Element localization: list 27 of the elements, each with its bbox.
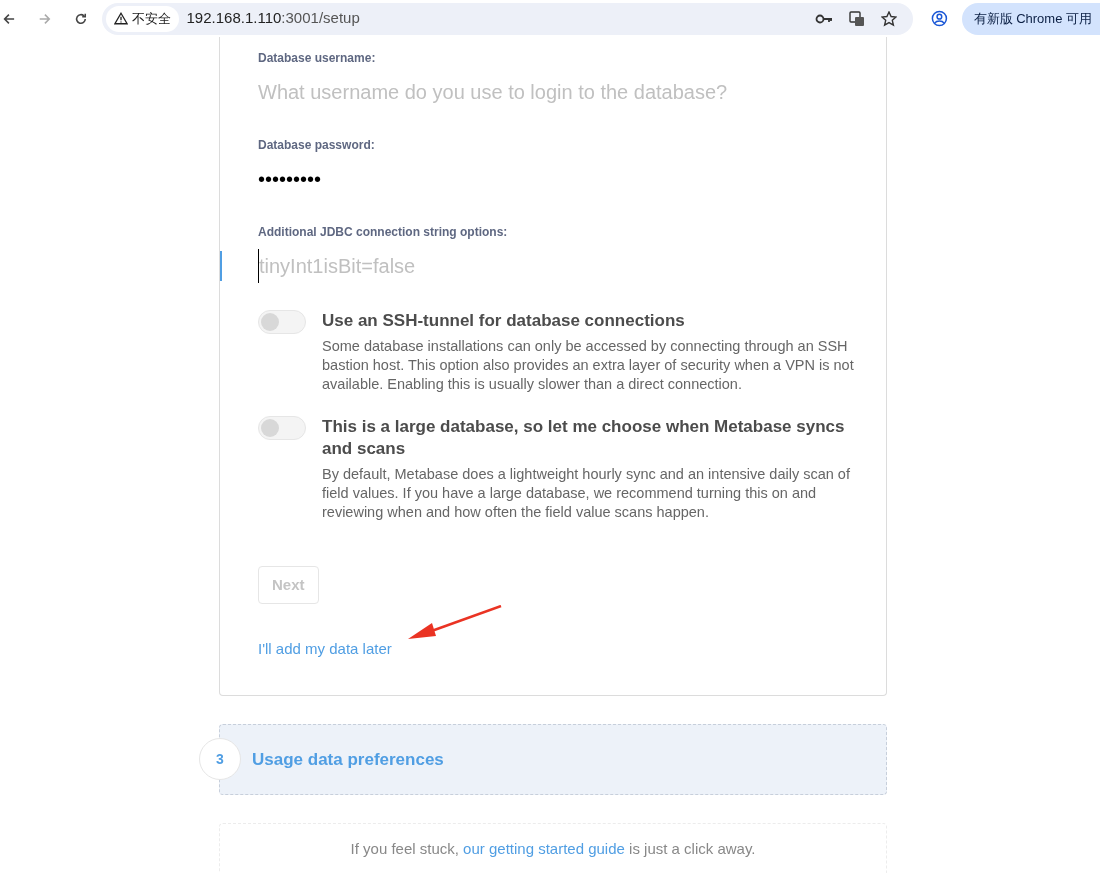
help-text: If you feel stuck, our getting started guide is just a click away. — [350, 839, 756, 860]
profile-icon[interactable] — [930, 10, 948, 27]
field-label: Database username: — [258, 50, 377, 67]
toggle-description: Some database installations can only be accessed by connecting through an SSH bastion host. This option also provides an extra layer of security when a VPN is not available. Enabling this is usually slower than a direct connection. — [322, 337, 855, 394]
translate-icon[interactable] — [848, 10, 865, 27]
address-bar[interactable]: 不安全 192.168.1.110:3001/setup — [101, 2, 913, 35]
key-icon[interactable] — [814, 12, 833, 25]
toggle-switch[interactable] — [258, 416, 306, 440]
field-label: Database password: — [258, 137, 376, 154]
toggle-switch[interactable] — [258, 310, 306, 334]
toggle-title: This is a large database, so let me choose when Metabase syncs and scans — [322, 416, 846, 460]
input-field[interactable]: ••••••••• — [258, 162, 858, 196]
back-icon[interactable] — [2, 11, 16, 26]
warning-icon — [113, 12, 128, 25]
security-chip[interactable]: 不安全 — [105, 5, 179, 32]
url-text: 192.168.1.110:3001/setup — [186, 8, 360, 29]
step-number: 3 — [199, 738, 241, 780]
toggle-title: Use an SSH-tunnel for database connections — [322, 310, 686, 332]
update-chrome-button[interactable]: 有新版 Chrome 可用 — [961, 2, 1100, 35]
input-field[interactable]: What username do you use to login to the database? — [258, 75, 858, 109]
toggle-description: By default, Metabase does a lightweight hourly sync and an intensive daily scan of field values. If you have a large database, we recommend turning this on and reviewing when and how often the field value scans happen. — [322, 465, 851, 522]
input-field[interactable]: tinyInt1isBit=false — [258, 249, 858, 283]
field-label: Additional JDBC connection string options: — [258, 224, 509, 241]
step-title: Usage data preferences — [252, 748, 444, 771]
security-label: 不安全 — [131, 9, 171, 28]
reload-icon[interactable] — [73, 11, 88, 26]
star-icon[interactable] — [880, 10, 897, 27]
